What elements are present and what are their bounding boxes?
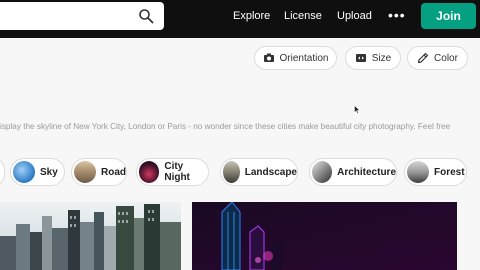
- architecture-thumbnail: [312, 161, 333, 183]
- chip-label: City Night: [164, 161, 190, 183]
- city-skyline-photo[interactable]: [0, 202, 181, 270]
- chip-sky[interactable]: Sky: [10, 158, 65, 186]
- forest-thumbnail: [407, 161, 429, 183]
- chip-label: Road: [101, 166, 126, 178]
- chip-label: Landscape: [244, 166, 297, 178]
- city-night-image: [192, 202, 457, 270]
- search-bar[interactable]: [0, 2, 164, 30]
- chip-city-night[interactable]: City Night: [136, 158, 209, 186]
- sky-thumbnail: [13, 161, 35, 183]
- size-icon: [355, 54, 366, 62]
- nav-explore-link[interactable]: Explore: [233, 0, 270, 32]
- orientation-filter-label: Orientation: [279, 52, 329, 64]
- chip-label: Forest: [434, 166, 465, 178]
- more-menu-button[interactable]: •••: [388, 0, 406, 31]
- join-button[interactable]: Join: [421, 3, 476, 29]
- search-icon[interactable]: [138, 8, 154, 24]
- orientation-filter-button[interactable]: Orientation: [254, 46, 337, 70]
- page-description: isplay the skyline of New York City, Lon…: [0, 122, 451, 131]
- orientation-icon: [263, 53, 274, 62]
- mouse-cursor-icon: [354, 105, 360, 114]
- city-skyline-image: [0, 202, 181, 270]
- chip-partial-left[interactable]: [0, 158, 5, 186]
- road-thumbnail: [74, 161, 96, 183]
- color-filter-label: Color: [434, 52, 458, 64]
- chip-label: Sky: [40, 166, 58, 178]
- color-eyedropper-icon: [417, 52, 429, 64]
- chip-architecture[interactable]: Architecture: [309, 158, 397, 186]
- main-content: Orientation Size Color isplay the skylin…: [0, 38, 480, 270]
- chip-landscape[interactable]: Landscape: [220, 158, 298, 186]
- size-filter-button[interactable]: Size: [345, 46, 401, 70]
- color-filter-button[interactable]: Color: [407, 46, 468, 70]
- landscape-thumbnail: [223, 161, 240, 183]
- city-night-thumbnail: [139, 161, 160, 183]
- city-night-photo[interactable]: [192, 202, 457, 270]
- chip-forest[interactable]: Forest: [404, 158, 467, 186]
- chip-road[interactable]: Road: [71, 158, 127, 186]
- top-bar: Explore License Upload ••• Join: [0, 0, 480, 38]
- search-input[interactable]: [0, 2, 126, 30]
- nav-upload-link[interactable]: Upload: [337, 0, 372, 32]
- chip-label: Architecture: [337, 166, 396, 178]
- nav-license-link[interactable]: License: [284, 0, 322, 32]
- size-filter-label: Size: [371, 52, 392, 64]
